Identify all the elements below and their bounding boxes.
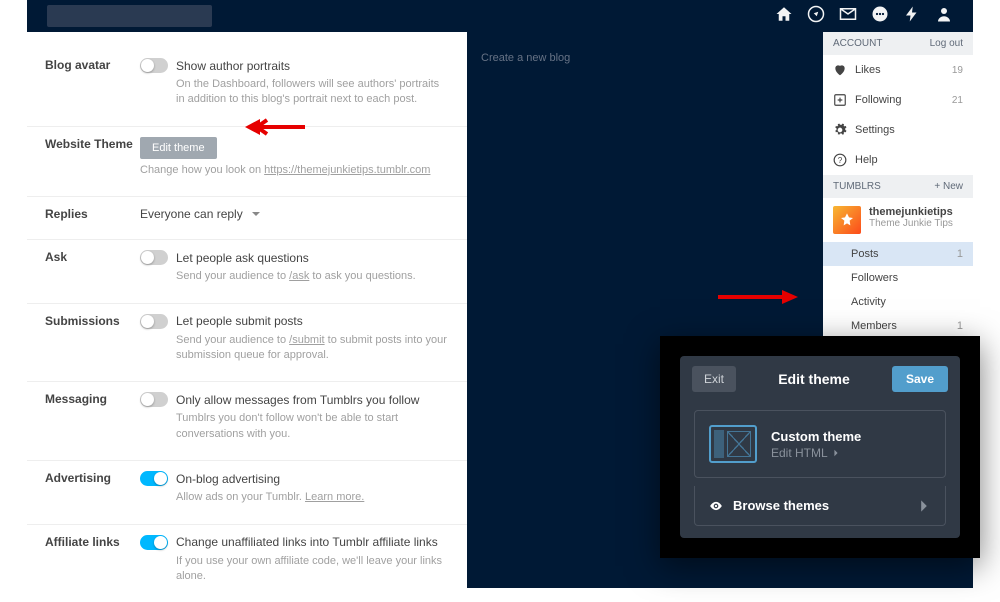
settings-help: Change how you look on https://themejunk… xyxy=(140,163,449,178)
edit-theme-header: Exit Edit theme Save xyxy=(680,356,960,402)
toggle-avatar[interactable] xyxy=(140,58,168,73)
settings-row-replies: Replies Everyone can reply xyxy=(27,197,467,240)
settings-row-affiliate: Affiliate links Change unaffiliated link… xyxy=(27,525,467,602)
settings-row-ask: Ask Let people ask questions Send your a… xyxy=(27,240,467,303)
settings-label: Advertising xyxy=(45,471,140,505)
topbar-icons xyxy=(775,5,973,28)
blog-name: themejunkietips xyxy=(869,206,953,218)
settings-row-advertising: Advertising On-blog advertising Allow ad… xyxy=(27,461,467,524)
user-icon[interactable] xyxy=(935,5,953,28)
settings-help: On the Dashboard, followers will see aut… xyxy=(140,77,449,108)
new-tumblr-link[interactable]: + New xyxy=(934,181,963,192)
settings-help: Allow ads on your Tumblr. Learn more. xyxy=(140,490,449,505)
edit-theme-overlay: Exit Edit theme Save Custom theme Edit H… xyxy=(660,336,980,558)
browse-themes-button[interactable]: Browse themes xyxy=(694,486,946,526)
theme-thumbnail-icon xyxy=(709,425,757,463)
edit-html-link[interactable]: Edit HTML xyxy=(771,446,861,460)
chevron-down-icon xyxy=(251,209,261,219)
search-input[interactable] xyxy=(47,5,212,27)
settings-label: Ask xyxy=(45,250,140,284)
heart-icon xyxy=(833,63,847,77)
theme-url-link[interactable]: https://themejunkietips.tumblr.com xyxy=(264,164,430,176)
ask-link[interactable]: /ask xyxy=(289,270,309,282)
exit-button[interactable]: Exit xyxy=(692,366,736,392)
tumblrs-header: TUMBLRS + New xyxy=(823,175,973,198)
svg-text:?: ? xyxy=(838,156,843,165)
toggle-affiliate[interactable] xyxy=(140,535,168,550)
settings-title-text: Change unaffiliated links into Tumblr af… xyxy=(176,535,438,549)
replies-dropdown[interactable]: Everyone can reply xyxy=(140,207,449,221)
blog-subtitle: Theme Junkie Tips xyxy=(869,218,953,229)
blog-sub-activity[interactable]: Activity xyxy=(823,290,973,314)
chat-icon[interactable] xyxy=(871,5,889,28)
settings-title-text: Show author portraits xyxy=(176,59,290,73)
gear-icon xyxy=(833,123,847,137)
mail-icon[interactable] xyxy=(839,5,857,28)
bolt-icon[interactable] xyxy=(903,5,921,28)
settings-title-text: Let people ask questions xyxy=(176,251,309,265)
help-icon: ? xyxy=(833,153,847,167)
chevron-right-icon xyxy=(917,499,931,513)
settings-label: Submissions xyxy=(45,314,140,364)
submit-link[interactable]: /submit xyxy=(289,334,324,346)
settings-title-text: Only allow messages from Tumblrs you fol… xyxy=(176,393,419,407)
account-panel: ACCOUNT Log out Likes 19 Following 21 Se… xyxy=(823,32,973,386)
settings-row-submissions: Submissions Let people submit posts Send… xyxy=(27,304,467,383)
toggle-messaging[interactable] xyxy=(140,392,168,407)
blog-entry[interactable]: themejunkietips Theme Junkie Tips xyxy=(823,198,973,242)
save-button[interactable]: Save xyxy=(892,366,948,392)
learn-more-link[interactable]: Learn more. xyxy=(305,491,364,503)
settings-panel: Blog avatar Show author portraits On the… xyxy=(27,32,467,588)
settings-help: Send your audience to /ask to ask you qu… xyxy=(140,269,449,284)
account-header: ACCOUNT Log out xyxy=(823,32,973,55)
blog-avatar xyxy=(833,206,861,234)
create-blog-link[interactable]: Create a new blog xyxy=(481,52,809,64)
toggle-submissions[interactable] xyxy=(140,314,168,329)
blog-sub-followers[interactable]: Followers xyxy=(823,266,973,290)
toggle-advertising[interactable] xyxy=(140,471,168,486)
settings-row-avatar: Blog avatar Show author portraits On the… xyxy=(27,48,467,127)
logout-link[interactable]: Log out xyxy=(930,38,963,49)
settings-label: Blog avatar xyxy=(45,58,140,108)
settings-label: Affiliate links xyxy=(45,535,140,585)
blog-sub-posts[interactable]: Posts1 xyxy=(823,242,973,266)
custom-theme-title: Custom theme xyxy=(771,429,861,444)
settings-row-theme: Website Theme Edit theme Change how you … xyxy=(27,127,467,197)
top-bar xyxy=(27,0,973,32)
following-icon xyxy=(833,93,847,107)
custom-theme-section[interactable]: Custom theme Edit HTML xyxy=(694,410,946,478)
account-item-help[interactable]: ? Help xyxy=(823,145,973,175)
chevron-right-icon xyxy=(832,449,840,457)
edit-theme-button[interactable]: Edit theme xyxy=(140,137,217,159)
eye-icon xyxy=(709,499,723,513)
settings-row-messaging: Messaging Only allow messages from Tumbl… xyxy=(27,382,467,461)
settings-label: Website Theme xyxy=(45,137,140,178)
compass-icon[interactable] xyxy=(807,5,825,28)
account-item-settings[interactable]: Settings xyxy=(823,115,973,145)
settings-title-text: On-blog advertising xyxy=(176,472,280,486)
settings-label: Messaging xyxy=(45,392,140,442)
settings-help: If you use your own affiliate code, we'l… xyxy=(140,554,449,585)
toggle-ask[interactable] xyxy=(140,250,168,265)
settings-title-text: Let people submit posts xyxy=(176,314,303,328)
settings-label: Replies xyxy=(45,207,140,221)
settings-help: Tumblrs you don't follow won't be able t… xyxy=(140,411,449,442)
account-item-likes[interactable]: Likes 19 xyxy=(823,55,973,85)
edit-theme-title: Edit theme xyxy=(778,371,850,387)
settings-help: Send your audience to /submit to submit … xyxy=(140,333,449,364)
blog-sub-members[interactable]: Members1 xyxy=(823,314,973,338)
home-icon[interactable] xyxy=(775,5,793,28)
account-item-following[interactable]: Following 21 xyxy=(823,85,973,115)
